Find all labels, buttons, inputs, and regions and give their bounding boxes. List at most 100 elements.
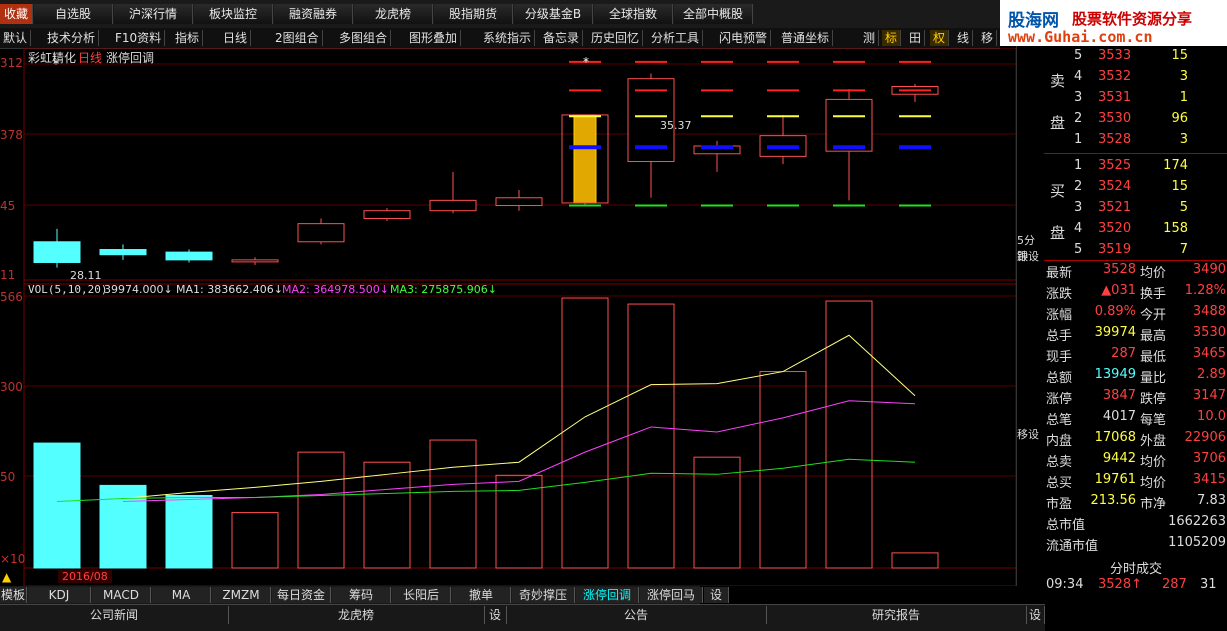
stat-label: 均价 — [1140, 266, 1167, 281]
tb-multichart[interactable]: 多图组合 — [336, 30, 392, 46]
volume-bar — [33, 442, 81, 569]
side-move[interactable]: 移设 — [1017, 426, 1039, 442]
menu-watchlist[interactable]: 自选股 — [34, 4, 113, 24]
indicator-tab[interactable]: MACD — [92, 587, 151, 603]
tb-measure[interactable]: 测 — [860, 30, 880, 46]
indicator-tab[interactable]: 涨停回马 — [640, 587, 703, 603]
candle-body — [429, 199, 477, 212]
tb-2chart[interactable]: 2图组合 — [272, 30, 323, 46]
indicator-tab[interactable]: 撤单 — [452, 587, 511, 603]
stat-value: 22906 — [1184, 430, 1226, 445]
buy-level[interactable]: 5 3519 7 — [1044, 240, 1227, 261]
tab-company-news[interactable]: 公司新闻 — [0, 606, 229, 624]
stat-label: 涨幅 — [1046, 308, 1073, 323]
stat-label: 总笔 — [1046, 413, 1073, 428]
tab-settings-2[interactable]: 设 — [1026, 606, 1045, 624]
indicator-tab[interactable]: ZMZM — [212, 587, 271, 603]
tb-line[interactable]: 线 — [954, 30, 974, 46]
candle-body — [495, 197, 543, 207]
tb-memo[interactable]: 备忘录 — [540, 30, 584, 46]
indicator-tab[interactable]: 奇妙撑压 — [512, 587, 575, 603]
sell-level[interactable]: 5 3533 15 — [1044, 46, 1227, 67]
indicator-tab[interactable]: 模板 — [0, 587, 27, 603]
tb-tech[interactable]: 技术分析 — [44, 30, 100, 46]
stat-row[interactable]: 涨幅 0.89% 今开 3488 — [1044, 302, 1227, 323]
tb-history[interactable]: 历史回忆 — [588, 30, 644, 46]
sell-level[interactable]: 2 3530 96 — [1044, 109, 1227, 130]
menu-favorites[interactable]: 收藏 — [0, 4, 33, 24]
mcap-row[interactable]: 总市值 1662263 — [1044, 512, 1227, 533]
stat-value: 4017 — [1102, 409, 1136, 424]
tb-mark[interactable]: 标 — [882, 30, 902, 46]
stat-row[interactable]: 总买 19761 均价 3415 — [1044, 470, 1227, 491]
tab-settings[interactable]: 设 — [484, 606, 507, 624]
stat-row[interactable]: 涨停 3847 跌停 3147 — [1044, 386, 1227, 407]
sell-level[interactable]: 3 3531 1 — [1044, 88, 1227, 109]
tb-move[interactable]: 移 — [978, 30, 998, 46]
buy-level[interactable]: 4 3520 158 — [1044, 219, 1227, 240]
low-annotation: 28.11 — [70, 269, 102, 282]
indicator-tab[interactable]: MA — [152, 587, 211, 603]
menu-market[interactable]: 沪深行情 — [114, 4, 193, 24]
tb-system[interactable]: 系统指示 — [480, 30, 536, 46]
candle-body — [99, 249, 147, 256]
star-marker: * — [583, 55, 589, 69]
indicator-tab[interactable]: KDJ — [28, 587, 91, 603]
tab-announcement[interactable]: 公告 — [506, 606, 767, 624]
level-volume: 7 — [1179, 242, 1188, 257]
stat-row[interactable]: 最新 3528 均价 3490 — [1044, 260, 1227, 281]
stat-row[interactable]: 总额 13949 量比 2.89 — [1044, 365, 1227, 386]
tab-research[interactable]: 研究报告 — [766, 606, 1027, 624]
kline-chart[interactable]: * * 312 378 45 11 566 300 50 ×10 彩虹精化 日线 … — [0, 48, 1016, 586]
buy-level[interactable]: 2 3524 15 — [1044, 177, 1227, 198]
indicator-tab[interactable]: 设 — [704, 587, 729, 603]
menu-fund-b[interactable]: 分级基金B — [514, 4, 593, 24]
stat-row[interactable]: 涨跌 ▲031 换手 1.28% — [1044, 281, 1227, 302]
tb-grid[interactable]: 田 — [906, 30, 926, 46]
tick-row[interactable]: 09:34 3528↑ 287 31 — [1044, 575, 1227, 596]
side-set[interactable]: 跟设 — [1017, 248, 1039, 264]
tick-header[interactable]: 分时成交 — [1044, 556, 1227, 577]
level-price: 3533 — [1098, 48, 1132, 63]
tab-dragon-list[interactable]: 龙虎榜 — [228, 606, 485, 624]
menu-futures[interactable]: 股指期货 — [434, 4, 513, 24]
stat-row[interactable]: 内盘 17068 外盘 22906 — [1044, 428, 1227, 449]
sell-level[interactable]: 4 3532 3 — [1044, 67, 1227, 88]
sell-level[interactable]: 1 3528 3 — [1044, 130, 1227, 151]
book-side-label: 买 — [1050, 182, 1066, 200]
indicator-tab[interactable]: 每日资金 — [272, 587, 331, 603]
menu-dragon-tiger[interactable]: 龙虎榜 — [354, 4, 433, 24]
tb-f10[interactable]: F10资料 — [112, 30, 166, 46]
tb-indicator[interactable]: 指标 — [172, 30, 204, 46]
indicator-tab[interactable]: 涨停回调 — [576, 587, 639, 603]
tb-alert[interactable]: 闪电预警 — [716, 30, 772, 46]
level-price: 3532 — [1098, 69, 1132, 84]
indicator-tab[interactable]: 筹码 — [332, 587, 391, 603]
stat-row[interactable]: 市盈 213.56 市净 7.83 — [1044, 491, 1227, 512]
indicator-tab[interactable]: 长阳后 — [392, 587, 451, 603]
tb-rights[interactable]: 权 — [930, 30, 950, 46]
float-row[interactable]: 流通市值 1105209 — [1044, 533, 1227, 554]
level-volume: 96 — [1171, 111, 1188, 126]
stat-row[interactable]: 总手 39974 最高 3530 — [1044, 323, 1227, 344]
buy-level[interactable]: 3 3521 5 — [1044, 198, 1227, 219]
stat-value: 3706 — [1192, 451, 1226, 466]
level-index: 2 — [1074, 111, 1083, 126]
stat-row[interactable]: 现手 287 最低 3465 — [1044, 344, 1227, 365]
buy-level[interactable]: 1 3525 174 — [1044, 156, 1227, 177]
tb-overlay[interactable]: 图形叠加 — [406, 30, 462, 46]
stat-row[interactable]: 总笔 4017 每笔 10.0 — [1044, 407, 1227, 428]
candle-body — [33, 241, 81, 263]
tb-daily[interactable]: 日线 — [220, 30, 252, 46]
menu-china-concept[interactable]: 全部中概股 — [674, 4, 753, 24]
vol-value: 39974.000↓ — [104, 283, 173, 296]
tb-analysis[interactable]: 分析工具 — [648, 30, 704, 46]
tb-default[interactable]: 默认 — [0, 30, 32, 46]
volume-bar — [363, 461, 411, 569]
menu-sector[interactable]: 板块监控 — [194, 4, 273, 24]
stat-value: 3415 — [1192, 472, 1226, 487]
menu-margin[interactable]: 融资融券 — [274, 4, 353, 24]
menu-global[interactable]: 全球指数 — [594, 4, 673, 24]
stat-row[interactable]: 总卖 9442 均价 3706 — [1044, 449, 1227, 470]
tb-coord[interactable]: 普通坐标 — [778, 30, 834, 46]
